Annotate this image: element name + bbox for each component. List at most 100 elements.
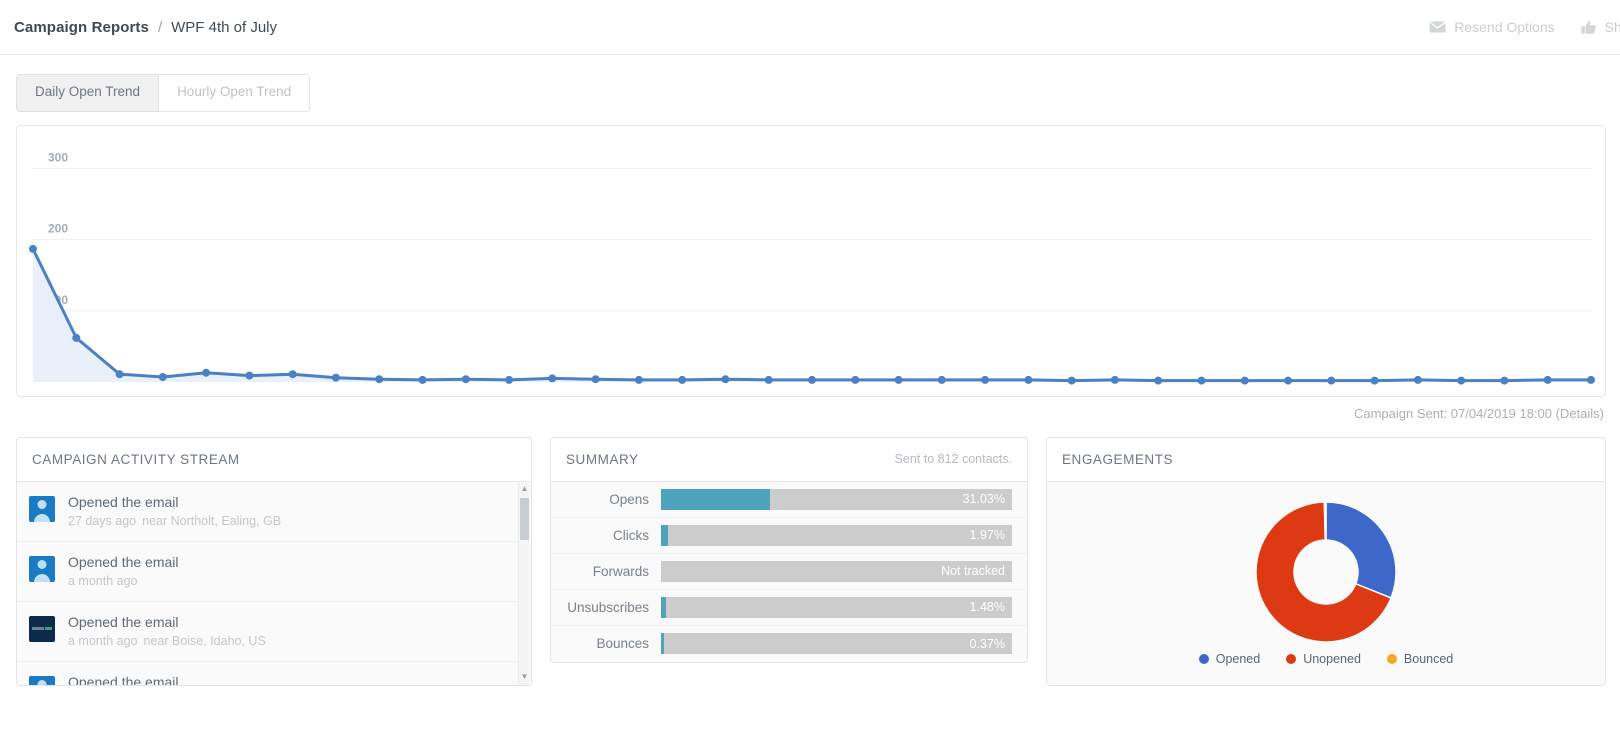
thumbs-up-icon [1581,20,1597,35]
activity-row-text: Opened the email a month ago [68,554,179,588]
activity-panel-title: CAMPAIGN ACTIVITY STREAM [32,451,240,467]
resend-options-label: Resend Options [1454,19,1555,35]
donut-slice-opened[interactable] [1325,501,1397,599]
activity-scrollbar[interactable]: ▲ ▼ [518,481,530,685]
activity-panel-header: CAMPAIGN ACTIVITY STREAM [17,437,531,482]
activity-row[interactable]: Opened the email [17,661,531,685]
activity-row[interactable]: Opened the email a month ago near Boise, I… [17,601,531,662]
panels-row: CAMPAIGN ACTIVITY STREAM Opened the emai… [0,421,1620,686]
activity-row-location: near Boise, Idaho, US [143,633,266,648]
summary-panel-title: SUMMARY [566,451,639,467]
svg-text:300: 300 [48,150,68,164]
activity-row[interactable]: Opened the email 27 days ago near Northolt… [17,481,531,542]
open-trend-chart-card: 100 200 300 [16,124,1606,397]
campaign-activity-stream-panel: CAMPAIGN ACTIVITY STREAM Opened the emai… [16,436,532,686]
activity-stream-scroll-area[interactable]: Opened the email 27 days ago near Northolt… [17,481,531,685]
contact-avatar-icon [29,495,55,522]
engagements-donut-chart[interactable] [1196,494,1456,646]
legend-color-dot-icon [1286,653,1297,664]
activity-row-meta: a month ago [68,574,179,588]
engagements-legend: Opened Unopened Bounced [1198,651,1454,666]
summary-bar-fill [661,633,665,655]
engagements-panel-title: ENGAGEMENTS [1062,451,1174,467]
top-bar: Campaign Reports / WPF 4th of July Resen… [0,0,1620,55]
trend-tabs-container: Daily Open Trend Hourly Open Trend [0,55,1620,112]
campaign-sent-note[interactable]: Campaign Sent: 07/04/2019 18:00 (Details… [0,397,1620,421]
summary-bar-value: 1.48% [969,600,1005,615]
activity-scroll-thumb[interactable] [520,497,529,540]
legend-label: Bounced [1403,651,1454,666]
legend-item-bounced[interactable]: Bounced [1386,651,1454,666]
daily-open-trend-chart[interactable]: 100200300 [17,126,1605,396]
summary-bar-track: Not tracked [661,560,1012,582]
activity-row[interactable]: Opened the email a month ago [17,541,531,602]
activity-row-title: Opened the email [68,613,179,630]
activity-row-meta: a month ago near Boise, Idaho, US [68,634,266,648]
tab-daily-open-trend[interactable]: Daily Open Trend [17,75,160,111]
activity-row-text: Opened the email 27 days ago near Northolt… [68,494,281,528]
activity-row-text: Opened the email a month ago near Boise, I… [68,614,266,648]
activity-stream-list: Opened the email 27 days ago near Northolt… [17,481,531,685]
summary-sent-to-label: Sent to 812 contacts. [894,452,1012,467]
breadcrumb: Campaign Reports / WPF 4th of July [0,19,277,36]
legend-item-unopened[interactable]: Unopened [1286,652,1361,666]
summary-bar-track: 1.97% [661,524,1012,546]
breadcrumb-separator: / [157,18,163,36]
summary-bar-fill [661,524,668,546]
tab-hourly-open-trend[interactable]: Hourly Open Trend [159,75,310,111]
summary-bar-track: 0.37% [661,633,1012,655]
legend-item-opened[interactable]: Opened [1198,651,1261,666]
share-button[interactable]: Share [1581,19,1620,35]
activity-row-location: near Northolt, Ealing, GB [142,513,282,528]
summary-panel: SUMMARY Sent to 812 contacts. Opens 31.03… [550,436,1028,663]
legend-label: Unopened [1303,651,1361,666]
activity-row-title: Opened the email [68,553,179,570]
summary-bar-track: 1.48% [661,596,1012,618]
scroll-down-arrow-icon[interactable]: ▼ [519,671,530,684]
summary-panel-header: SUMMARY Sent to 812 contacts. [551,437,1027,482]
activity-row-text: Opened the email [68,674,179,685]
summary-bar-fill [661,596,667,618]
tab-daily-open-trend-label: Daily Open Trend [35,84,141,99]
activity-row-time: a month ago [68,633,138,648]
activity-row-title: Opened the email [68,493,179,510]
activity-row-time: a month ago [68,573,138,588]
donut-slice-bounced[interactable] [1323,501,1327,541]
summary-row: Forwards Not tracked [551,554,1027,590]
engagements-panel: ENGAGEMENTS Opened Unopened Bounced [1046,436,1606,686]
contact-avatar-icon [29,675,55,685]
summary-row-label: Clicks [613,527,649,543]
resend-options-button[interactable]: Resend Options [1429,19,1555,35]
summary-bar-value: Not tracked [941,564,1005,579]
trend-tabs: Daily Open Trend Hourly Open Trend [16,74,311,112]
activity-row-title: Opened the email [68,673,179,685]
legend-color-dot-icon [1198,653,1209,664]
legend-label: Opened [1215,651,1261,666]
legend-color-dot-icon [1386,653,1397,664]
summary-row: Unsubscribes 1.48% [551,590,1027,626]
breadcrumb-current-campaign: WPF 4th of July [171,18,277,36]
activity-row-meta: 27 days ago near Northolt, Ealing, GB [68,514,281,528]
top-actions: Resend Options Share [1429,0,1620,54]
summary-row: Bounces 0.37% [551,626,1027,662]
engagements-panel-header: ENGAGEMENTS [1047,437,1605,482]
summary-bar-value: 31.03% [962,492,1005,507]
summary-row-label: Opens [609,491,649,507]
summary-row-label: Unsubscribes [567,599,649,615]
activity-row-time: 27 days ago [68,513,137,528]
svg-text:200: 200 [48,221,68,235]
summary-row-label: Forwards [592,563,649,579]
summary-bar-value: 1.97% [969,528,1005,543]
engagements-body: Opened Unopened Bounced [1047,481,1605,685]
share-label: Share [1604,19,1620,35]
summary-row: Opens 31.03% [551,482,1027,518]
summary-bar-track: 31.03% [661,488,1012,510]
campaign-sent-text: Campaign Sent: 07/04/2019 18:00 (Details… [1353,405,1604,421]
company-logo-avatar [29,615,55,642]
summary-row: Clicks 1.97% [551,518,1027,554]
summary-row-label: Bounces [596,636,649,652]
scroll-up-arrow-icon[interactable]: ▲ [519,483,530,496]
summary-metrics-list: Opens 31.03% Clicks 1.97% Forwards Not tracke… [551,481,1027,662]
contact-avatar-icon [29,555,55,582]
breadcrumb-root-link[interactable]: Campaign Reports [14,19,149,36]
